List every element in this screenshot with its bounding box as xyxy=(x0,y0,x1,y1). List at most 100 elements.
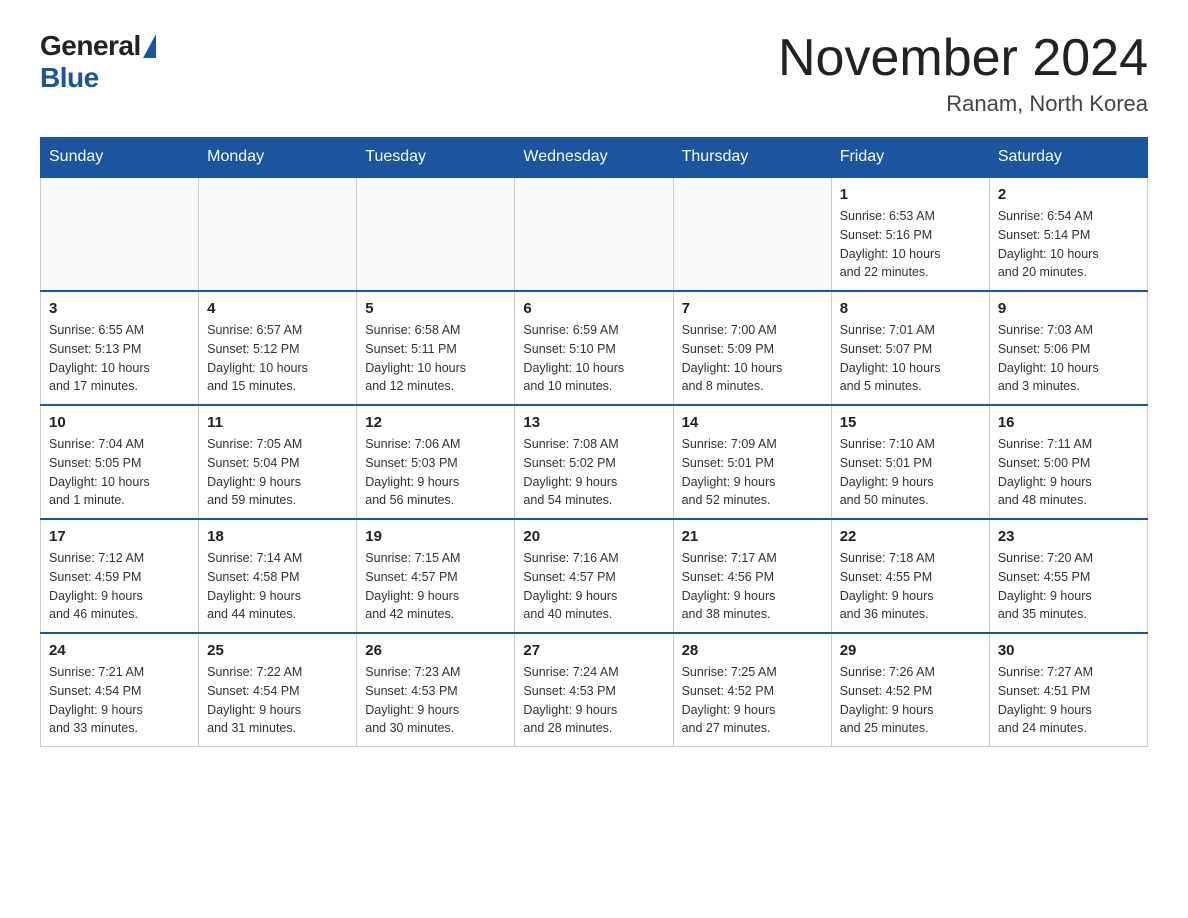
day-number: 20 xyxy=(523,528,664,545)
day-info: Sunrise: 7:20 AM Sunset: 4:55 PM Dayligh… xyxy=(998,549,1139,624)
day-info: Sunrise: 7:03 AM Sunset: 5:06 PM Dayligh… xyxy=(998,321,1139,396)
day-info: Sunrise: 7:23 AM Sunset: 4:53 PM Dayligh… xyxy=(365,663,506,738)
calendar-cell: 6 Sunrise: 6:59 AM Sunset: 5:10 PM Daylig… xyxy=(515,291,673,405)
day-number: 26 xyxy=(365,642,506,659)
calendar-cell: 4 Sunrise: 6:57 AM Sunset: 5:12 PM Daylig… xyxy=(199,291,357,405)
day-number: 2 xyxy=(998,186,1139,203)
logo: General Blue xyxy=(40,30,156,94)
calendar-week-4: 24 Sunrise: 7:21 AM Sunset: 4:54 PM Dayli… xyxy=(41,633,1148,747)
day-info: Sunrise: 7:12 AM Sunset: 4:59 PM Dayligh… xyxy=(49,549,190,624)
day-number: 3 xyxy=(49,300,190,317)
calendar-cell: 16Sunrise: 7:11 AM Sunset: 5:00 PM Dayli… xyxy=(989,405,1147,519)
day-number: 14 xyxy=(682,414,823,431)
month-title: November 2024 xyxy=(778,30,1148,87)
calendar-cell xyxy=(199,177,357,291)
calendar-cell: 12Sunrise: 7:06 AM Sunset: 5:03 PM Dayli… xyxy=(357,405,515,519)
calendar-cell: 21Sunrise: 7:17 AM Sunset: 4:56 PM Dayli… xyxy=(673,519,831,633)
day-info: Sunrise: 7:14 AM Sunset: 4:58 PM Dayligh… xyxy=(207,549,348,624)
day-number: 13 xyxy=(523,414,664,431)
logo-blue-text: Blue xyxy=(40,62,99,94)
day-number: 1 xyxy=(840,186,981,203)
day-info: Sunrise: 7:15 AM Sunset: 4:57 PM Dayligh… xyxy=(365,549,506,624)
day-info: Sunrise: 7:21 AM Sunset: 4:54 PM Dayligh… xyxy=(49,663,190,738)
day-info: Sunrise: 7:11 AM Sunset: 5:00 PM Dayligh… xyxy=(998,435,1139,510)
calendar-cell: 14 Sunrise: 7:09 AM Sunset: 5:01 PM Dayli… xyxy=(673,405,831,519)
day-info: Sunrise: 7:22 AM Sunset: 4:54 PM Dayligh… xyxy=(207,663,348,738)
day-number: 23 xyxy=(998,528,1139,545)
day-number: 4 xyxy=(207,300,348,317)
day-info: Sunrise: 7:25 AM Sunset: 4:52 PM Dayligh… xyxy=(682,663,823,738)
calendar-week-2: 10Sunrise: 7:04 AM Sunset: 5:05 PM Dayli… xyxy=(41,405,1148,519)
calendar-cell: 18 Sunrise: 7:14 AM Sunset: 4:58 PM Dayli… xyxy=(199,519,357,633)
calendar-week-3: 17 Sunrise: 7:12 AM Sunset: 4:59 PM Dayli… xyxy=(41,519,1148,633)
day-number: 29 xyxy=(840,642,981,659)
calendar-cell: 24 Sunrise: 7:21 AM Sunset: 4:54 PM Dayli… xyxy=(41,633,199,747)
day-info: Sunrise: 7:09 AM Sunset: 5:01 PM Dayligh… xyxy=(682,435,823,510)
calendar-cell: 3 Sunrise: 6:55 AM Sunset: 5:13 PM Daylig… xyxy=(41,291,199,405)
header-thursday: Thursday xyxy=(673,138,831,178)
header-wednesday: Wednesday xyxy=(515,138,673,178)
calendar-cell: 2 Sunrise: 6:54 AM Sunset: 5:14 PM Daylig… xyxy=(989,177,1147,291)
day-info: Sunrise: 7:17 AM Sunset: 4:56 PM Dayligh… xyxy=(682,549,823,624)
location: Ranam, North Korea xyxy=(778,91,1148,117)
logo-general-text: General xyxy=(40,30,141,62)
day-info: Sunrise: 7:24 AM Sunset: 4:53 PM Dayligh… xyxy=(523,663,664,738)
day-info: Sunrise: 7:01 AM Sunset: 5:07 PM Dayligh… xyxy=(840,321,981,396)
calendar-cell xyxy=(515,177,673,291)
day-info: Sunrise: 7:26 AM Sunset: 4:52 PM Dayligh… xyxy=(840,663,981,738)
day-info: Sunrise: 6:58 AM Sunset: 5:11 PM Dayligh… xyxy=(365,321,506,396)
calendar-cell: 11 Sunrise: 7:05 AM Sunset: 5:04 PM Dayli… xyxy=(199,405,357,519)
day-number: 6 xyxy=(523,300,664,317)
header-sunday: Sunday xyxy=(41,138,199,178)
calendar-cell xyxy=(357,177,515,291)
calendar-cell: 5 Sunrise: 6:58 AM Sunset: 5:11 PM Daylig… xyxy=(357,291,515,405)
calendar-cell: 17 Sunrise: 7:12 AM Sunset: 4:59 PM Dayli… xyxy=(41,519,199,633)
day-info: Sunrise: 7:08 AM Sunset: 5:02 PM Dayligh… xyxy=(523,435,664,510)
header-monday: Monday xyxy=(199,138,357,178)
day-number: 28 xyxy=(682,642,823,659)
day-number: 10 xyxy=(49,414,190,431)
calendar-cell: 13 Sunrise: 7:08 AM Sunset: 5:02 PM Dayli… xyxy=(515,405,673,519)
header-tuesday: Tuesday xyxy=(357,138,515,178)
day-info: Sunrise: 6:55 AM Sunset: 5:13 PM Dayligh… xyxy=(49,321,190,396)
day-number: 11 xyxy=(207,414,348,431)
calendar-cell: 30 Sunrise: 7:27 AM Sunset: 4:51 PM Dayli… xyxy=(989,633,1147,747)
calendar-week-1: 3 Sunrise: 6:55 AM Sunset: 5:13 PM Daylig… xyxy=(41,291,1148,405)
day-info: Sunrise: 7:10 AM Sunset: 5:01 PM Dayligh… xyxy=(840,435,981,510)
day-info: Sunrise: 7:00 AM Sunset: 5:09 PM Dayligh… xyxy=(682,321,823,396)
day-number: 17 xyxy=(49,528,190,545)
calendar-cell xyxy=(41,177,199,291)
title-section: November 2024 Ranam, North Korea xyxy=(778,30,1148,117)
page-header: General Blue November 2024 Ranam, North … xyxy=(40,30,1148,117)
calendar-cell: 9Sunrise: 7:03 AM Sunset: 5:06 PM Daylig… xyxy=(989,291,1147,405)
calendar-header-row: SundayMondayTuesdayWednesdayThursdayFrid… xyxy=(41,138,1148,178)
day-info: Sunrise: 6:54 AM Sunset: 5:14 PM Dayligh… xyxy=(998,207,1139,282)
day-info: Sunrise: 6:59 AM Sunset: 5:10 PM Dayligh… xyxy=(523,321,664,396)
day-number: 5 xyxy=(365,300,506,317)
header-saturday: Saturday xyxy=(989,138,1147,178)
calendar-cell: 20Sunrise: 7:16 AM Sunset: 4:57 PM Dayli… xyxy=(515,519,673,633)
calendar-cell: 29 Sunrise: 7:26 AM Sunset: 4:52 PM Dayli… xyxy=(831,633,989,747)
day-number: 30 xyxy=(998,642,1139,659)
calendar-cell: 7 Sunrise: 7:00 AM Sunset: 5:09 PM Daylig… xyxy=(673,291,831,405)
day-info: Sunrise: 6:57 AM Sunset: 5:12 PM Dayligh… xyxy=(207,321,348,396)
calendar-cell: 26 Sunrise: 7:23 AM Sunset: 4:53 PM Dayli… xyxy=(357,633,515,747)
calendar-cell: 27Sunrise: 7:24 AM Sunset: 4:53 PM Dayli… xyxy=(515,633,673,747)
day-number: 7 xyxy=(682,300,823,317)
calendar-cell: 28 Sunrise: 7:25 AM Sunset: 4:52 PM Dayli… xyxy=(673,633,831,747)
calendar-cell: 22 Sunrise: 7:18 AM Sunset: 4:55 PM Dayli… xyxy=(831,519,989,633)
calendar-cell: 10Sunrise: 7:04 AM Sunset: 5:05 PM Dayli… xyxy=(41,405,199,519)
day-number: 24 xyxy=(49,642,190,659)
day-number: 22 xyxy=(840,528,981,545)
day-info: Sunrise: 7:27 AM Sunset: 4:51 PM Dayligh… xyxy=(998,663,1139,738)
day-info: Sunrise: 7:18 AM Sunset: 4:55 PM Dayligh… xyxy=(840,549,981,624)
day-number: 19 xyxy=(365,528,506,545)
calendar-week-0: 1Sunrise: 6:53 AM Sunset: 5:16 PM Daylig… xyxy=(41,177,1148,291)
day-number: 25 xyxy=(207,642,348,659)
day-info: Sunrise: 7:06 AM Sunset: 5:03 PM Dayligh… xyxy=(365,435,506,510)
calendar-cell: 15Sunrise: 7:10 AM Sunset: 5:01 PM Dayli… xyxy=(831,405,989,519)
calendar-cell: 23 Sunrise: 7:20 AM Sunset: 4:55 PM Dayli… xyxy=(989,519,1147,633)
day-info: Sunrise: 7:05 AM Sunset: 5:04 PM Dayligh… xyxy=(207,435,348,510)
calendar-cell: 19 Sunrise: 7:15 AM Sunset: 4:57 PM Dayli… xyxy=(357,519,515,633)
day-number: 18 xyxy=(207,528,348,545)
